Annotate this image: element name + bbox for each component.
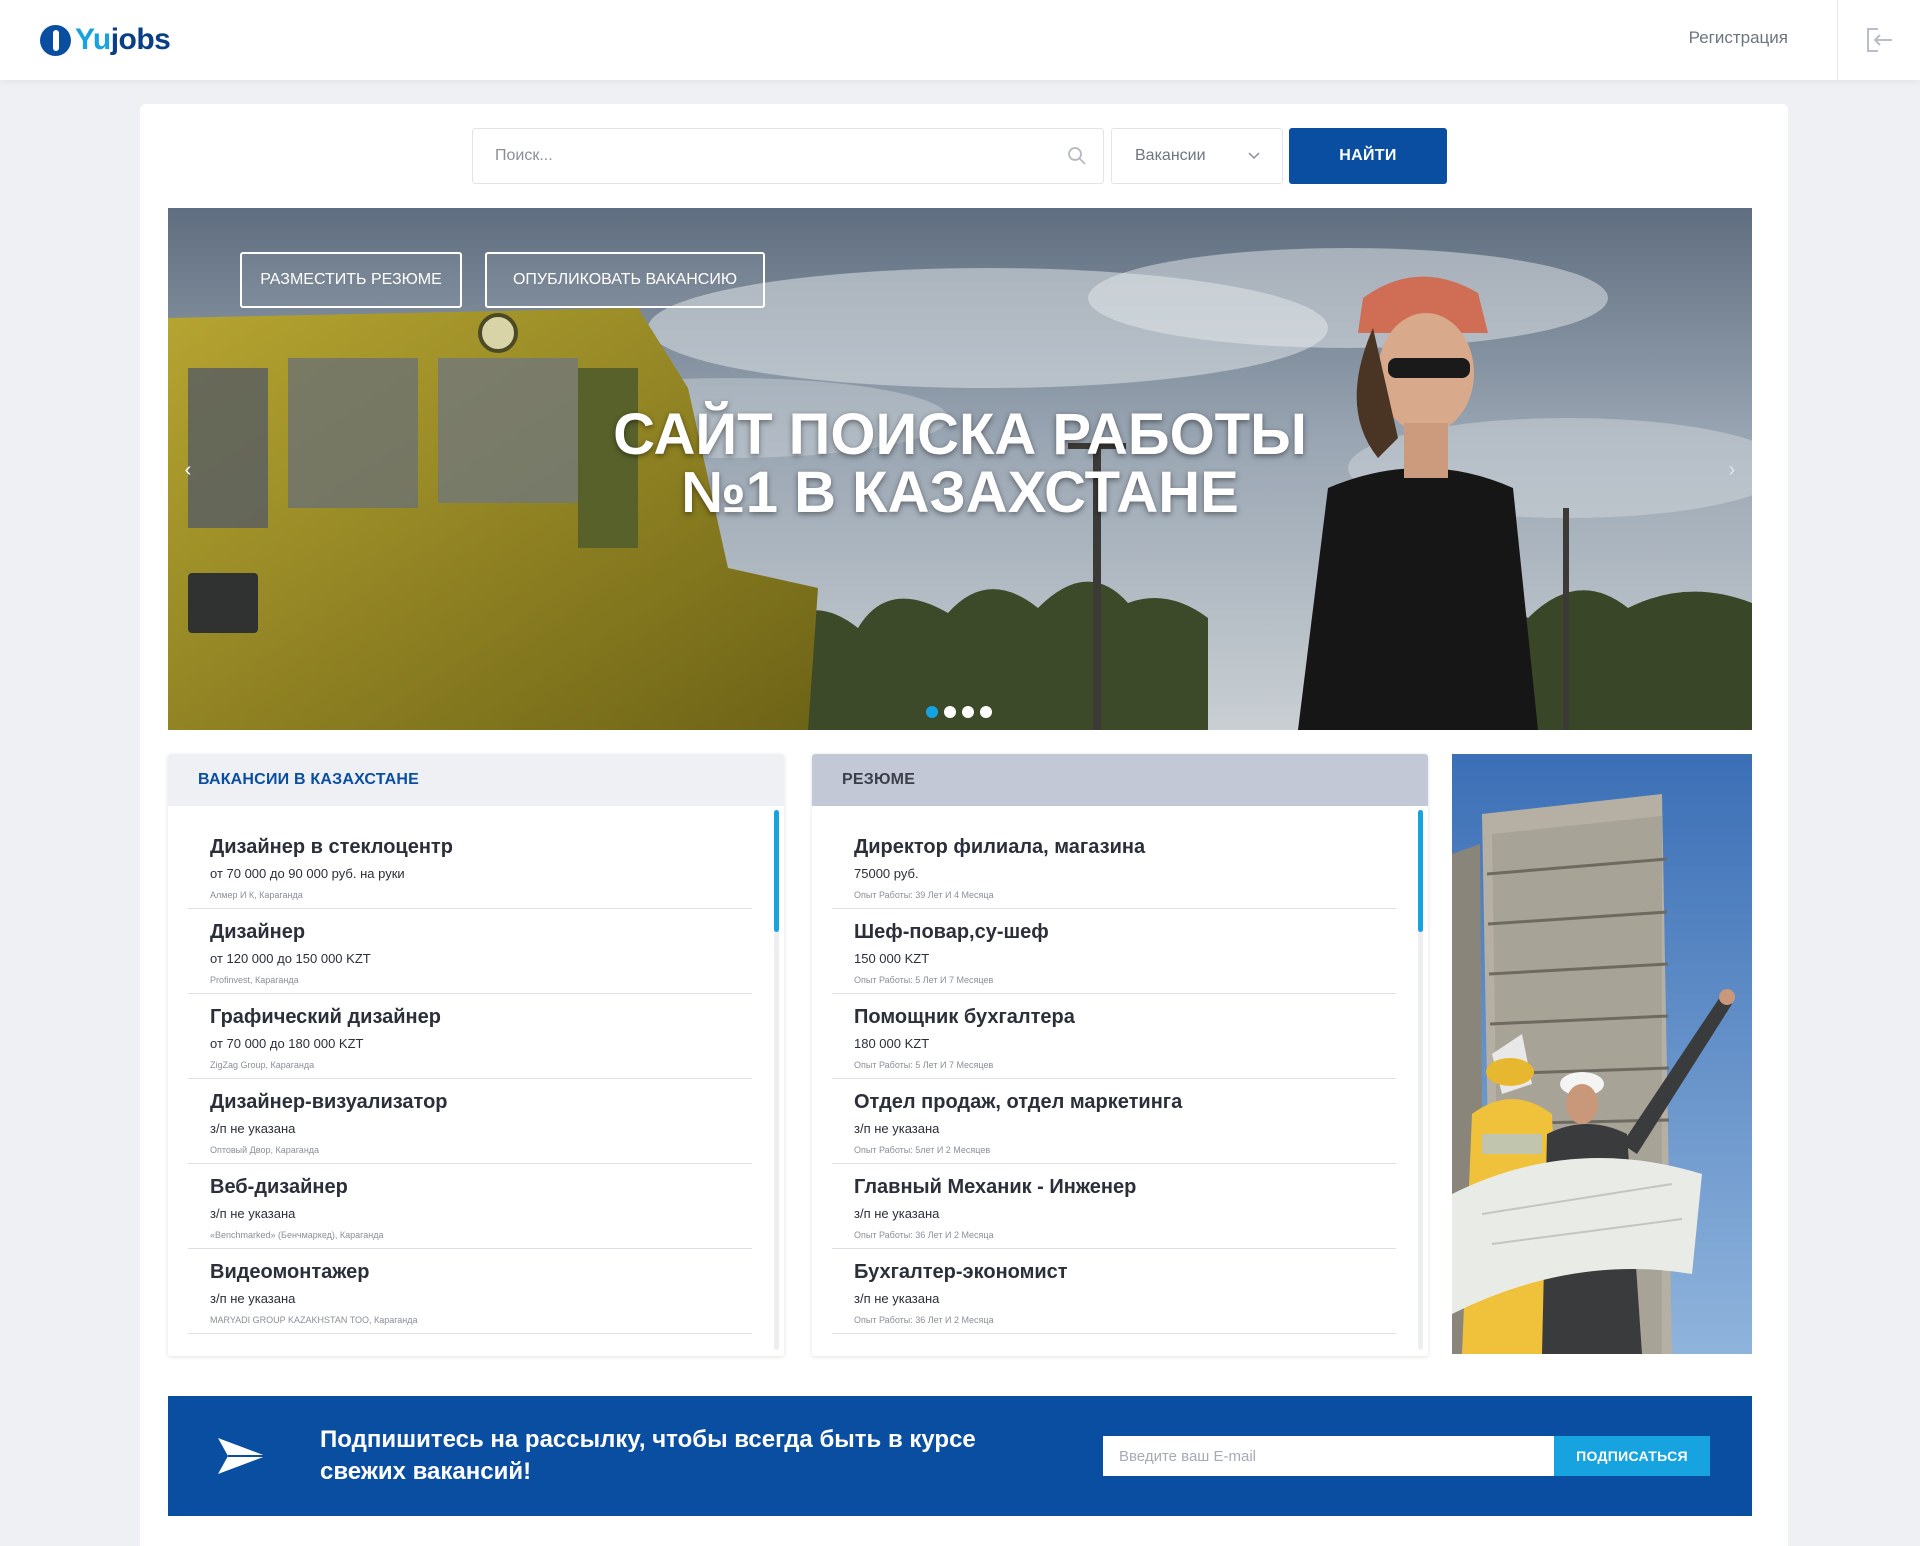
vacancy-list-item[interactable]: Графический дизайнер от 70 000 до 180 00… bbox=[188, 994, 752, 1079]
vacancy-list-item[interactable]: Дизайнер от 120 000 до 150 000 KZT Profi… bbox=[188, 909, 752, 994]
resume-experience: Опыт Работы: 5лет И 2 Месяцев bbox=[854, 1145, 991, 1155]
vacancies-list: Дизайнер в стеклоцентр от 70 000 до 90 0… bbox=[188, 824, 752, 1334]
vacancy-list-item[interactable]: Веб-дизайнер з/п не указана «Benchmarked… bbox=[188, 1164, 752, 1249]
resume-salary: 75000 руб. bbox=[854, 866, 919, 881]
resume-experience: Опыт Работы: 36 Лет И 2 Месяца bbox=[854, 1230, 994, 1240]
resume-experience: Опыт Работы: 36 Лет И 2 Месяца bbox=[854, 1315, 994, 1325]
resume-title: Главный Механик - Инженер bbox=[854, 1176, 1137, 1198]
vacancy-list-item[interactable]: Дизайнер-визуализатор з/п не указана Опт… bbox=[188, 1079, 752, 1164]
search-box bbox=[472, 128, 1104, 184]
find-button[interactable]: НАЙТИ bbox=[1289, 128, 1447, 184]
vacancy-list-item[interactable]: Видеомонтажер з/п не указана MARYADI GRO… bbox=[188, 1249, 752, 1334]
carousel-dot[interactable] bbox=[944, 706, 956, 718]
resume-title: Директор филиала, магазина bbox=[854, 836, 1146, 858]
vacancy-company: MARYADI GROUP KAZAKHSTAN ТОО, Караганда bbox=[210, 1315, 418, 1325]
vacancy-salary: з/п не указана bbox=[210, 1121, 296, 1136]
construction-workers-photo bbox=[1452, 754, 1752, 1354]
resume-list-item[interactable]: Отдел продаж, отдел маркетинга з/п не ук… bbox=[832, 1079, 1396, 1164]
hero-title-line1: САЙТ ПОИСКА РАБОТЫ bbox=[613, 402, 1307, 467]
subscribe-text: Подпишитесь на рассылку, чтобы всегда бы… bbox=[320, 1424, 1020, 1488]
resume-title: Отдел продаж, отдел маркетинга bbox=[854, 1091, 1183, 1113]
category-select-value: Вакансии bbox=[1135, 147, 1206, 164]
vacancy-company: ZigZag Group, Караганда bbox=[210, 1060, 315, 1070]
resume-list-item[interactable]: Помощник бухгалтера 180 000 KZT Опыт Раб… bbox=[832, 994, 1396, 1079]
vacancy-company: Оптовый Двор, Караганда bbox=[210, 1145, 320, 1155]
yujobs-logo[interactable]: Yujobs bbox=[40, 22, 171, 58]
vacancy-salary: от 70 000 до 90 000 руб. на руки bbox=[210, 866, 405, 881]
resumes-scrollbar[interactable] bbox=[1418, 810, 1423, 1350]
vacancy-title: Дизайнер в стеклоцентр bbox=[210, 836, 453, 858]
hero-carousel: РАЗМЕСТИТЬ РЕЗЮМЕ ОПУБЛИКОВАТЬ ВАКАНСИЮ … bbox=[168, 208, 1752, 730]
carousel-next-arrow-icon[interactable]: › bbox=[1720, 458, 1744, 482]
chevron-down-icon bbox=[1248, 152, 1260, 160]
resume-experience: Опыт Работы: 39 Лет И 4 Месяца bbox=[854, 890, 994, 900]
logout-arrow-icon bbox=[1867, 28, 1892, 52]
carousel-dot[interactable] bbox=[926, 706, 938, 718]
top-navigation-bar: Yujobs Регистрация bbox=[0, 0, 1920, 80]
resume-salary: з/п не указана bbox=[854, 1291, 940, 1306]
resume-salary: з/п не указана bbox=[854, 1206, 940, 1221]
vacancies-panel-header: ВАКАНСИИ В КАЗАХСТАНЕ bbox=[168, 754, 784, 806]
resume-salary: 180 000 KZT bbox=[854, 1036, 930, 1051]
vacancy-company: Алмер И К, Караганда bbox=[210, 890, 303, 900]
vacancy-salary: з/п не указана bbox=[210, 1206, 296, 1221]
resume-title: Шеф-повар,су-шеф bbox=[854, 921, 1049, 943]
vacancy-title: Видеомонтажер bbox=[210, 1261, 370, 1283]
email-input[interactable] bbox=[1103, 1436, 1554, 1476]
resumes-scrollbar-thumb[interactable] bbox=[1418, 810, 1423, 932]
subscribe-text-line2: свежих вакансий! bbox=[320, 1458, 532, 1485]
vacancy-title: Графический дизайнер bbox=[210, 1006, 441, 1028]
vacancies-scrollbar-thumb[interactable] bbox=[774, 810, 779, 932]
carousel-prev-arrow-icon[interactable]: ‹ bbox=[176, 458, 200, 482]
vacancy-title: Дизайнер-визуализатор bbox=[210, 1091, 448, 1113]
resume-experience: Опыт Работы: 5 Лет И 7 Месяцев bbox=[854, 1060, 994, 1070]
vacancy-title: Дизайнер bbox=[210, 921, 306, 943]
construction-photo-image bbox=[1452, 754, 1752, 1354]
resume-title: Бухгалтер-экономист bbox=[854, 1261, 1068, 1283]
vacancy-list-item[interactable]: Дизайнер в стеклоцентр от 70 000 до 90 0… bbox=[188, 824, 752, 909]
category-select[interactable]: Вакансии bbox=[1111, 128, 1283, 184]
vacancy-title: Веб-дизайнер bbox=[210, 1176, 348, 1198]
post-vacancy-button[interactable]: ОПУБЛИКОВАТЬ ВАКАНСИЮ bbox=[485, 252, 765, 308]
resume-list-item[interactable]: Шеф-повар,су-шеф 150 000 KZT Опыт Работы… bbox=[832, 909, 1396, 994]
newsletter-subscribe-banner: Подпишитесь на рассылку, чтобы всегда бы… bbox=[168, 1396, 1752, 1516]
search-input[interactable] bbox=[473, 129, 1053, 183]
resume-list-item[interactable]: Бухгалтер-экономист з/п не указана Опыт … bbox=[832, 1249, 1396, 1334]
carousel-dot[interactable] bbox=[980, 706, 992, 718]
topbar-divider bbox=[1837, 0, 1838, 80]
vacancy-salary: от 70 000 до 180 000 KZT bbox=[210, 1036, 364, 1051]
logo-text: Yujobs bbox=[75, 23, 171, 56]
vacancies-scrollbar[interactable] bbox=[774, 810, 779, 1350]
resumes-panel: РЕЗЮМЕ Директор филиала, магазина 75000 … bbox=[812, 754, 1428, 1356]
logo-mark-icon bbox=[40, 24, 71, 56]
resume-title: Помощник бухгалтера bbox=[854, 1006, 1075, 1028]
subscribe-text-line1: Подпишитесь на рассылку, чтобы всегда бы… bbox=[320, 1426, 976, 1453]
carousel-dot[interactable] bbox=[962, 706, 974, 718]
search-icon[interactable] bbox=[1067, 146, 1087, 166]
resumes-list: Директор филиала, магазина 75000 руб. Оп… bbox=[832, 824, 1396, 1334]
vacancy-company: «Benchmarked» (Бенчмаркед), Караганда bbox=[210, 1230, 384, 1240]
resume-experience: Опыт Работы: 5 Лет И 7 Месяцев bbox=[854, 975, 994, 985]
resume-list-item[interactable]: Директор филиала, магазина 75000 руб. Оп… bbox=[832, 824, 1396, 909]
resume-list-item[interactable]: Главный Механик - Инженер з/п не указана… bbox=[832, 1164, 1396, 1249]
vacancy-company: Profinvest, Караганда bbox=[210, 975, 299, 985]
carousel-dots bbox=[926, 706, 992, 720]
vacancies-panel: ВАКАНСИИ В КАЗАХСТАНЕ Дизайнер в стеклоц… bbox=[168, 754, 784, 1356]
hero-title-line2: №1 В КАЗАХСТАНЕ bbox=[681, 460, 1239, 525]
resumes-panel-header: РЕЗЮМЕ bbox=[812, 754, 1428, 806]
post-resume-button[interactable]: РАЗМЕСТИТЬ РЕЗЮМЕ bbox=[240, 252, 462, 308]
resume-salary: 150 000 KZT bbox=[854, 951, 930, 966]
vacancy-salary: з/п не указана bbox=[210, 1291, 296, 1306]
hero-title: САЙТ ПОИСКА РАБОТЫ №1 В КАЗАХСТАНЕ bbox=[168, 406, 1752, 522]
vacancy-salary: от 120 000 до 150 000 KZT bbox=[210, 951, 371, 966]
register-link[interactable]: Регистрация bbox=[1689, 28, 1788, 48]
resume-salary: з/п не указана bbox=[854, 1121, 940, 1136]
paper-plane-icon bbox=[218, 1438, 266, 1474]
subscribe-button[interactable]: ПОДПИСАТЬСЯ bbox=[1554, 1436, 1710, 1476]
login-button[interactable] bbox=[1864, 26, 1894, 54]
